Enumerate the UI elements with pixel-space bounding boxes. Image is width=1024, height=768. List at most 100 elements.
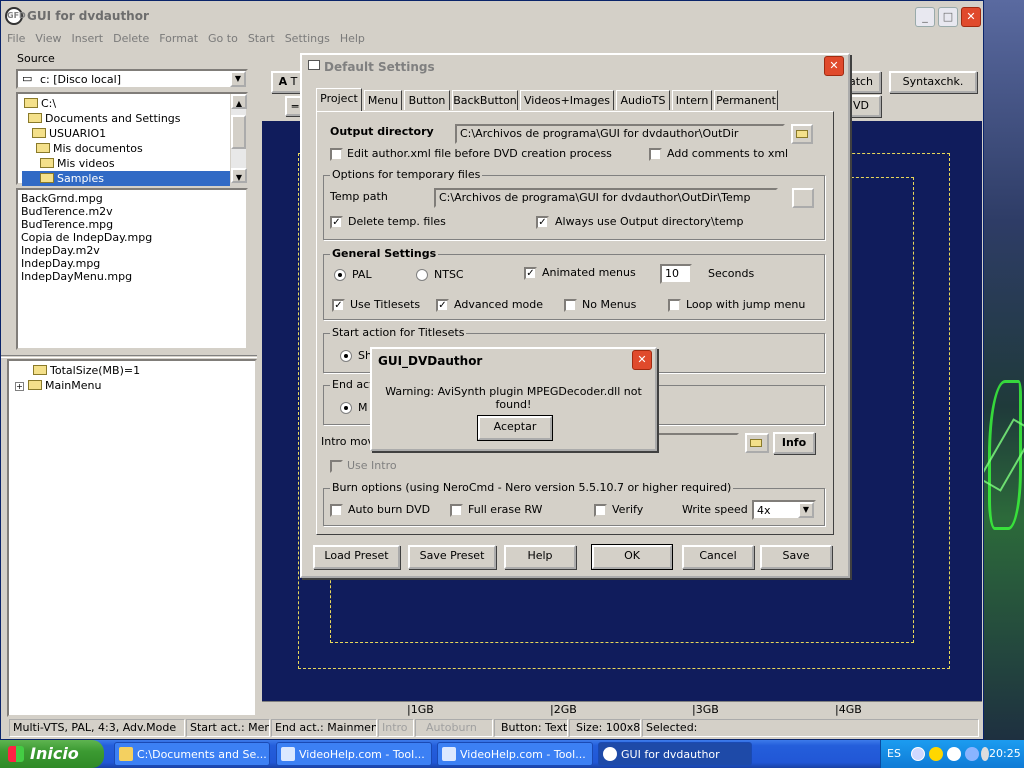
window-title: GUI for dvdauthor bbox=[27, 9, 149, 23]
panda-icon[interactable] bbox=[947, 747, 961, 761]
file-item[interactable]: IndepDay.mpg bbox=[21, 257, 246, 270]
task-gui-dvdauthor[interactable]: GUI for dvdauthor bbox=[598, 742, 752, 766]
ok-button[interactable]: OK bbox=[591, 544, 673, 570]
file-item[interactable]: BudTerence.mpg bbox=[21, 218, 246, 231]
start-button[interactable]: Inicio bbox=[0, 740, 104, 768]
ntsc-radio[interactable] bbox=[416, 269, 428, 281]
tab-audiots[interactable]: AudioTS bbox=[616, 90, 670, 110]
pal-radio[interactable] bbox=[334, 269, 346, 281]
tree-item[interactable]: + MainMenu bbox=[15, 378, 255, 393]
edit-xml-checkbox[interactable] bbox=[330, 148, 343, 161]
start-option-radio[interactable] bbox=[340, 350, 352, 362]
network-icon[interactable] bbox=[965, 747, 979, 761]
tab-intern[interactable]: Intern bbox=[672, 90, 712, 110]
use-titlesets-checkbox[interactable]: ✓ bbox=[332, 299, 345, 312]
intro-movie-field[interactable] bbox=[657, 433, 739, 453]
expand-icon[interactable]: + bbox=[15, 382, 24, 391]
maximize-button[interactable]: □ bbox=[938, 7, 958, 27]
tree-item[interactable]: USUARIO1 bbox=[22, 126, 246, 141]
verify-checkbox[interactable] bbox=[594, 504, 607, 517]
tree-item[interactable]: TotalSize(MB)=1 bbox=[15, 363, 255, 378]
volume-icon[interactable] bbox=[981, 747, 989, 761]
tab-backbutton[interactable]: BackButton bbox=[452, 90, 518, 110]
chevron-down-icon[interactable]: ▼ bbox=[798, 502, 814, 518]
help-button[interactable]: Help bbox=[504, 545, 576, 569]
syntax-check-button[interactable]: Syntaxchk. bbox=[889, 71, 977, 93]
drive-select[interactable]: ▭ c: [Disco local] ▼ bbox=[16, 69, 248, 89]
language-indicator[interactable]: ES bbox=[887, 747, 901, 760]
tree-scrollbar[interactable]: ▲ ▼ bbox=[230, 94, 247, 183]
aceptar-button[interactable]: Aceptar bbox=[477, 415, 553, 441]
menu-start[interactable]: Start bbox=[244, 31, 279, 46]
menu-format[interactable]: Format bbox=[155, 31, 202, 46]
menu-help[interactable]: Help bbox=[336, 31, 369, 46]
tab-permanent[interactable]: Permanent bbox=[714, 90, 778, 110]
browse-folder-icon[interactable] bbox=[791, 124, 813, 144]
scroll-down-icon[interactable]: ▼ bbox=[231, 168, 247, 183]
minimize-button[interactable]: _ bbox=[915, 7, 935, 27]
advanced-mode-checkbox[interactable]: ✓ bbox=[436, 299, 449, 312]
end-option-radio[interactable] bbox=[340, 402, 352, 414]
tree-item[interactable]: Documents and Settings bbox=[22, 111, 246, 126]
folder-icon bbox=[28, 113, 42, 123]
save-button[interactable]: Save bbox=[760, 545, 832, 569]
alert-title-bar[interactable]: GUI_DVDauthor ✕ bbox=[372, 349, 655, 373]
dialog-close-button[interactable]: ✕ bbox=[824, 56, 844, 76]
dialog-title-bar[interactable]: Default Settings ✕ bbox=[302, 55, 848, 79]
splitter[interactable] bbox=[1, 355, 257, 358]
tree-item[interactable]: C:\ bbox=[22, 96, 246, 111]
menu-delete[interactable]: Delete bbox=[109, 31, 153, 46]
chevron-down-icon[interactable]: ▼ bbox=[230, 71, 246, 87]
menu-goto[interactable]: Go to bbox=[204, 31, 242, 46]
seconds-input[interactable]: 10 bbox=[660, 264, 692, 284]
use-intro-checkbox[interactable] bbox=[330, 460, 343, 473]
back-arrow-icon[interactable] bbox=[911, 747, 925, 761]
file-item[interactable]: BudTerence.m2v bbox=[21, 205, 246, 218]
menu-settings[interactable]: Settings bbox=[281, 31, 334, 46]
delete-temp-checkbox[interactable]: ✓ bbox=[330, 216, 343, 229]
write-speed-select[interactable]: 4x ▼ bbox=[752, 500, 816, 520]
close-button[interactable]: ✕ bbox=[961, 7, 981, 27]
file-item[interactable]: IndepDay.m2v bbox=[21, 244, 246, 257]
loop-checkbox[interactable] bbox=[668, 299, 681, 312]
full-erase-checkbox[interactable] bbox=[450, 504, 463, 517]
file-item[interactable]: Copia de IndepDay.mpg bbox=[21, 231, 246, 244]
info-button[interactable]: Info bbox=[773, 432, 815, 454]
task-videohelp-1[interactable]: VideoHelp.com - Tool... bbox=[276, 742, 432, 766]
menu-view[interactable]: View bbox=[31, 31, 65, 46]
file-item[interactable]: BackGrnd.mpg bbox=[21, 192, 246, 205]
load-preset-button[interactable]: Load Preset bbox=[313, 545, 400, 569]
tree-item-selected[interactable]: Samples bbox=[22, 171, 230, 186]
cancel-button[interactable]: Cancel bbox=[682, 545, 754, 569]
tab-project[interactable]: Project bbox=[316, 88, 362, 111]
add-comments-checkbox[interactable] bbox=[649, 148, 662, 161]
tree-item[interactable]: Mis videos bbox=[22, 156, 246, 171]
alert-close-button[interactable]: ✕ bbox=[632, 350, 652, 370]
tab-videos-images[interactable]: Videos+Images bbox=[520, 90, 614, 110]
size-ruler: |1GB |2GB |3GB |4GB bbox=[262, 701, 982, 717]
output-dir-field[interactable]: C:\Archivos de programa\GUI for dvdautho… bbox=[455, 124, 785, 144]
shield-icon[interactable] bbox=[929, 747, 943, 761]
title-bar[interactable]: GFD GUI for dvdauthor _ □ ✕ bbox=[1, 1, 983, 31]
tree-item[interactable]: Mis documentos bbox=[22, 141, 246, 156]
always-output-checkbox[interactable]: ✓ bbox=[536, 216, 549, 229]
scroll-thumb[interactable] bbox=[231, 115, 246, 149]
tab-menu[interactable]: Menu bbox=[364, 90, 402, 110]
burn-group: Burn options (using NeroCmd - Nero versi… bbox=[323, 481, 825, 526]
browse-temp-button[interactable] bbox=[792, 188, 814, 208]
browse-intro-icon[interactable] bbox=[745, 433, 769, 453]
file-item[interactable]: IndepDayMenu.mpg bbox=[21, 270, 246, 283]
auto-burn-checkbox[interactable] bbox=[330, 504, 343, 517]
scroll-up-icon[interactable]: ▲ bbox=[231, 94, 247, 109]
menu-file[interactable]: File bbox=[3, 31, 29, 46]
alert-title: GUI_DVDauthor bbox=[378, 354, 483, 368]
temp-path-field[interactable]: C:\Archivos de programa\GUI for dvdautho… bbox=[434, 188, 778, 208]
save-preset-button[interactable]: Save Preset bbox=[408, 545, 496, 569]
animated-menus-checkbox[interactable]: ✓ bbox=[524, 267, 537, 280]
no-menus-checkbox[interactable] bbox=[564, 299, 577, 312]
task-videohelp-2[interactable]: VideoHelp.com - Tool... bbox=[437, 742, 593, 766]
tab-button[interactable]: Button bbox=[404, 90, 450, 110]
drive-select-value: c: [Disco local] bbox=[40, 73, 121, 86]
task-explorer[interactable]: C:\Documents and Se... bbox=[114, 742, 270, 766]
menu-insert[interactable]: Insert bbox=[68, 31, 108, 46]
